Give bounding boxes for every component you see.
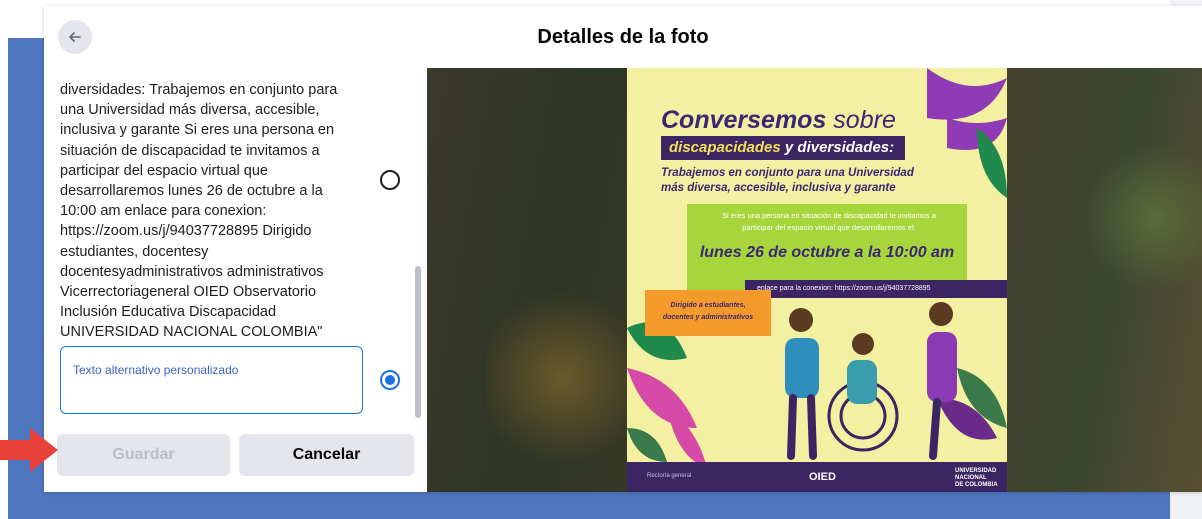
generated-description: diversidades: Trabajemos en conjunto par… bbox=[60, 82, 338, 341]
alt-text-panel: diversidades: Trabajemos en conjunto par… bbox=[44, 68, 427, 492]
poster-footer: Rectoría general OIED UNIVERSIDAD NACION… bbox=[627, 462, 1007, 492]
save-button[interactable]: Guardar bbox=[57, 434, 230, 476]
poster-topic-band: discapacidades y diversidades: bbox=[661, 136, 905, 160]
poster-title: Conversemos sobre bbox=[661, 106, 896, 134]
panel-scrollbar[interactable] bbox=[415, 266, 421, 418]
blurred-background-shape bbox=[1087, 138, 1202, 298]
poster-audience-box: Dirigido a estudiantes, docentes y admin… bbox=[645, 290, 771, 336]
event-poster-image: Conversemos sobre discapacidades y diver… bbox=[627, 68, 1007, 492]
poster-date: lunes 26 de octubre a la 10:00 am bbox=[699, 244, 955, 261]
poster-footer-text: Rectoría general bbox=[647, 473, 692, 479]
unal-logo: UNIVERSIDAD NACIONAL DE COLOMBIA bbox=[955, 468, 998, 488]
red-arrow-icon bbox=[0, 428, 58, 472]
custom-alt-text-input[interactable] bbox=[60, 346, 363, 414]
oied-logo: OIED bbox=[809, 471, 836, 483]
auto-alt-text-radio[interactable] bbox=[380, 170, 400, 190]
poster-invitation-text: Si eres una persona en situación de disc… bbox=[722, 211, 936, 232]
photo-details-dialog: Detalles de la foto diversidades: Trabaj… bbox=[44, 6, 1202, 492]
photo-viewer: Conversemos sobre discapacidades y diver… bbox=[427, 68, 1202, 492]
custom-alt-text-radio[interactable] bbox=[380, 370, 400, 390]
poster-link-band: enlace para la conexion: https://zoom.us… bbox=[745, 280, 1007, 298]
dialog-title: Detalles de la foto bbox=[537, 26, 709, 48]
blurred-background-shape bbox=[487, 278, 637, 478]
cancel-button[interactable]: Cancelar bbox=[239, 434, 414, 476]
dialog-header: Detalles de la foto bbox=[44, 6, 1202, 69]
poster-subtitle: Trabajemos en conjunto para una Universi… bbox=[661, 167, 914, 194]
